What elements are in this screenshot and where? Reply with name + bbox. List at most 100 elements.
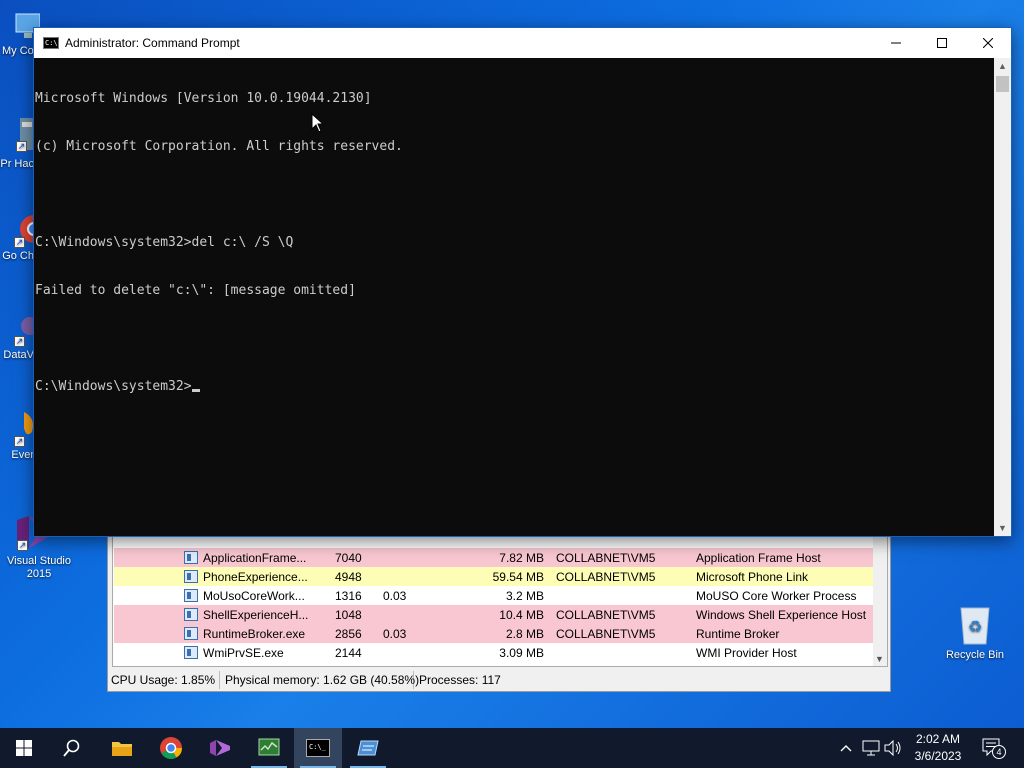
taskbar-command-prompt[interactable]: C:\_ xyxy=(294,728,342,768)
process-memory: 10.4 MB xyxy=(499,607,544,622)
scroll-down-icon[interactable]: ▼ xyxy=(998,523,1007,533)
process-icon xyxy=(184,646,198,659)
clock-time: 2:02 AM xyxy=(915,732,961,746)
process-icon xyxy=(184,551,198,564)
table-row[interactable]: WmiPrvSE.exe 2144 3.09 MB WMI Provider Host xyxy=(114,643,873,662)
desktop-icon-recycle-bin[interactable]: ♻ Recycle Bin xyxy=(937,602,1013,662)
process-pid: 1048 xyxy=(335,607,362,622)
maximize-icon xyxy=(937,38,947,48)
table-row[interactable]: RuntimeBroker.exe 2856 0.03 2.8 MB COLLABNET… xyxy=(114,624,873,643)
speaker-icon xyxy=(884,740,901,756)
process-list[interactable]: ApplicationFrame... 7040 7.82 MB COLLABNET\… xyxy=(112,535,888,667)
scroll-down-icon[interactable]: ▼ xyxy=(875,654,884,664)
table-row[interactable]: MoUsoCoreWork... 1316 0.03 3.2 MB MoUSO Core… xyxy=(114,586,873,605)
process-description: MoUSO Core Worker Process xyxy=(696,588,857,603)
shortcut-arrow-icon: ↗ xyxy=(14,436,25,447)
process-pid: 1316 xyxy=(335,588,362,603)
process-description: Microsoft Phone Link xyxy=(696,569,809,584)
process-pid: 2856 xyxy=(335,626,362,641)
process-icon xyxy=(184,589,198,602)
process-user: COLLABNET\VM5 xyxy=(556,626,656,641)
taskbar-chrome[interactable] xyxy=(147,728,195,768)
maximize-button[interactable] xyxy=(919,28,965,58)
minimize-icon xyxy=(891,42,901,44)
action-center-button[interactable]: 4 xyxy=(982,738,1006,759)
process-name: RuntimeBroker.exe xyxy=(203,626,306,641)
chrome-icon: ↗ xyxy=(14,207,34,248)
console-prompt-line[interactable]: C:\Windows\system32> xyxy=(35,379,994,395)
process-pid: 4948 xyxy=(335,569,362,584)
window-title: Administrator: Command Prompt xyxy=(65,36,240,50)
window-title-bar[interactable]: C:\ Administrator: Command Prompt xyxy=(34,28,1011,58)
minimize-button[interactable] xyxy=(873,28,919,58)
volume-button[interactable] xyxy=(883,738,903,758)
network-icon xyxy=(862,740,880,756)
table-row[interactable]: ApplicationFrame... 7040 7.82 MB COLLABNET\… xyxy=(114,548,873,567)
process-name: ShellExperienceH... xyxy=(203,607,309,622)
processes-count-status: Processes: 117 xyxy=(419,673,501,687)
close-button[interactable] xyxy=(965,28,1011,58)
desktop-icon-label: Visual Studio 2015 xyxy=(6,555,71,580)
windows-logo-icon xyxy=(16,740,32,756)
network-button[interactable] xyxy=(861,738,881,758)
scrollbar-thumb[interactable] xyxy=(996,76,1009,92)
desktop-icon-label: Recycle Bin xyxy=(945,649,1005,661)
desktop-icon-google-chrome[interactable]: ↗ Go Ch xyxy=(0,207,34,263)
notification-count-badge: 4 xyxy=(992,745,1006,759)
console-scrollbar[interactable]: ▲ ▼ xyxy=(994,58,1011,536)
table-row[interactable]: PhoneExperience... 4948 59.54 MB COLLABNET\… xyxy=(114,567,873,586)
command-prompt-window[interactable]: C:\ Administrator: Command Prompt Micros… xyxy=(33,27,1012,537)
desktop-icon-label: Pr Hac xyxy=(0,158,34,170)
visual-studio-icon xyxy=(210,740,230,756)
task-manager-window[interactable]: ApplicationFrame... 7040 7.82 MB COLLABNET\… xyxy=(107,530,891,692)
table-row[interactable]: ShellExperienceH... 1048 10.4 MB COLLABNET\… xyxy=(114,605,873,624)
process-icon xyxy=(184,608,198,621)
desktop-icon-datav[interactable]: ↗ DataV xyxy=(0,306,34,362)
process-memory: 3.09 MB xyxy=(499,645,544,660)
process-memory: 3.2 MB xyxy=(505,588,544,603)
process-description: Runtime Broker xyxy=(696,626,780,641)
console-prompt: C:\Windows\system32> xyxy=(35,379,192,394)
console-line: Failed to delete "c:\": [message omitted… xyxy=(35,283,356,298)
app-icon: ↗ xyxy=(14,406,34,447)
show-hidden-icons-button[interactable] xyxy=(836,738,856,758)
search-button[interactable] xyxy=(48,728,96,768)
process-list-scrollbar[interactable]: ▼ xyxy=(873,536,887,666)
scroll-up-icon[interactable]: ▲ xyxy=(998,61,1007,71)
desktop-icon-label: DataV xyxy=(3,349,34,361)
process-name: MoUsoCoreWork... xyxy=(203,588,305,603)
process-name: PhoneExperience... xyxy=(203,569,308,584)
svg-text:C:\_: C:\_ xyxy=(309,743,327,751)
taskbar-visual-studio[interactable] xyxy=(196,728,244,768)
process-user: COLLABNET\VM5 xyxy=(556,607,656,622)
console-output[interactable]: Microsoft Windows [Version 10.0.19044.21… xyxy=(34,58,994,536)
taskbar-app[interactable] xyxy=(344,728,392,768)
process-icon xyxy=(184,570,198,583)
desktop-icon-label: Go Ch xyxy=(2,250,34,262)
process-memory: 7.82 MB xyxy=(499,550,544,565)
clock[interactable]: 2:02 AM 3/6/2023 xyxy=(906,731,970,765)
data-icon: ↗ xyxy=(14,306,34,347)
process-pid: 2144 xyxy=(335,645,362,660)
process-user: COLLABNET\VM5 xyxy=(556,569,656,584)
process-name: WmiPrvSE.exe xyxy=(203,645,284,660)
process-description: Windows Shell Experience Host xyxy=(696,607,867,622)
cmd-icon: C:\ xyxy=(43,37,59,49)
start-button[interactable] xyxy=(0,728,48,768)
physical-memory-status: Physical memory: 1.62 GB (40.58%) xyxy=(220,671,419,689)
chrome-icon xyxy=(160,737,182,759)
desktop-icon-ever[interactable]: ↗ Ever xyxy=(0,406,34,462)
close-icon xyxy=(983,38,993,48)
svg-text:♻: ♻ xyxy=(968,619,982,636)
desktop-icon-pr-hac[interactable]: ↗ Pr Hac xyxy=(0,115,34,171)
taskbar: C:\_ 2:02 AM 3/6/2023 4 xyxy=(0,728,1024,768)
cpu-usage-status: CPU Usage: 1.85% xyxy=(108,671,220,689)
console-line: Microsoft Windows [Version 10.0.19044.21… xyxy=(35,91,372,106)
shortcut-arrow-icon: ↗ xyxy=(17,540,28,551)
chevron-up-icon xyxy=(840,745,852,752)
process-cpu: 0.03 xyxy=(383,588,407,603)
taskbar-task-manager[interactable] xyxy=(245,728,293,768)
taskbar-file-explorer[interactable] xyxy=(98,728,146,768)
